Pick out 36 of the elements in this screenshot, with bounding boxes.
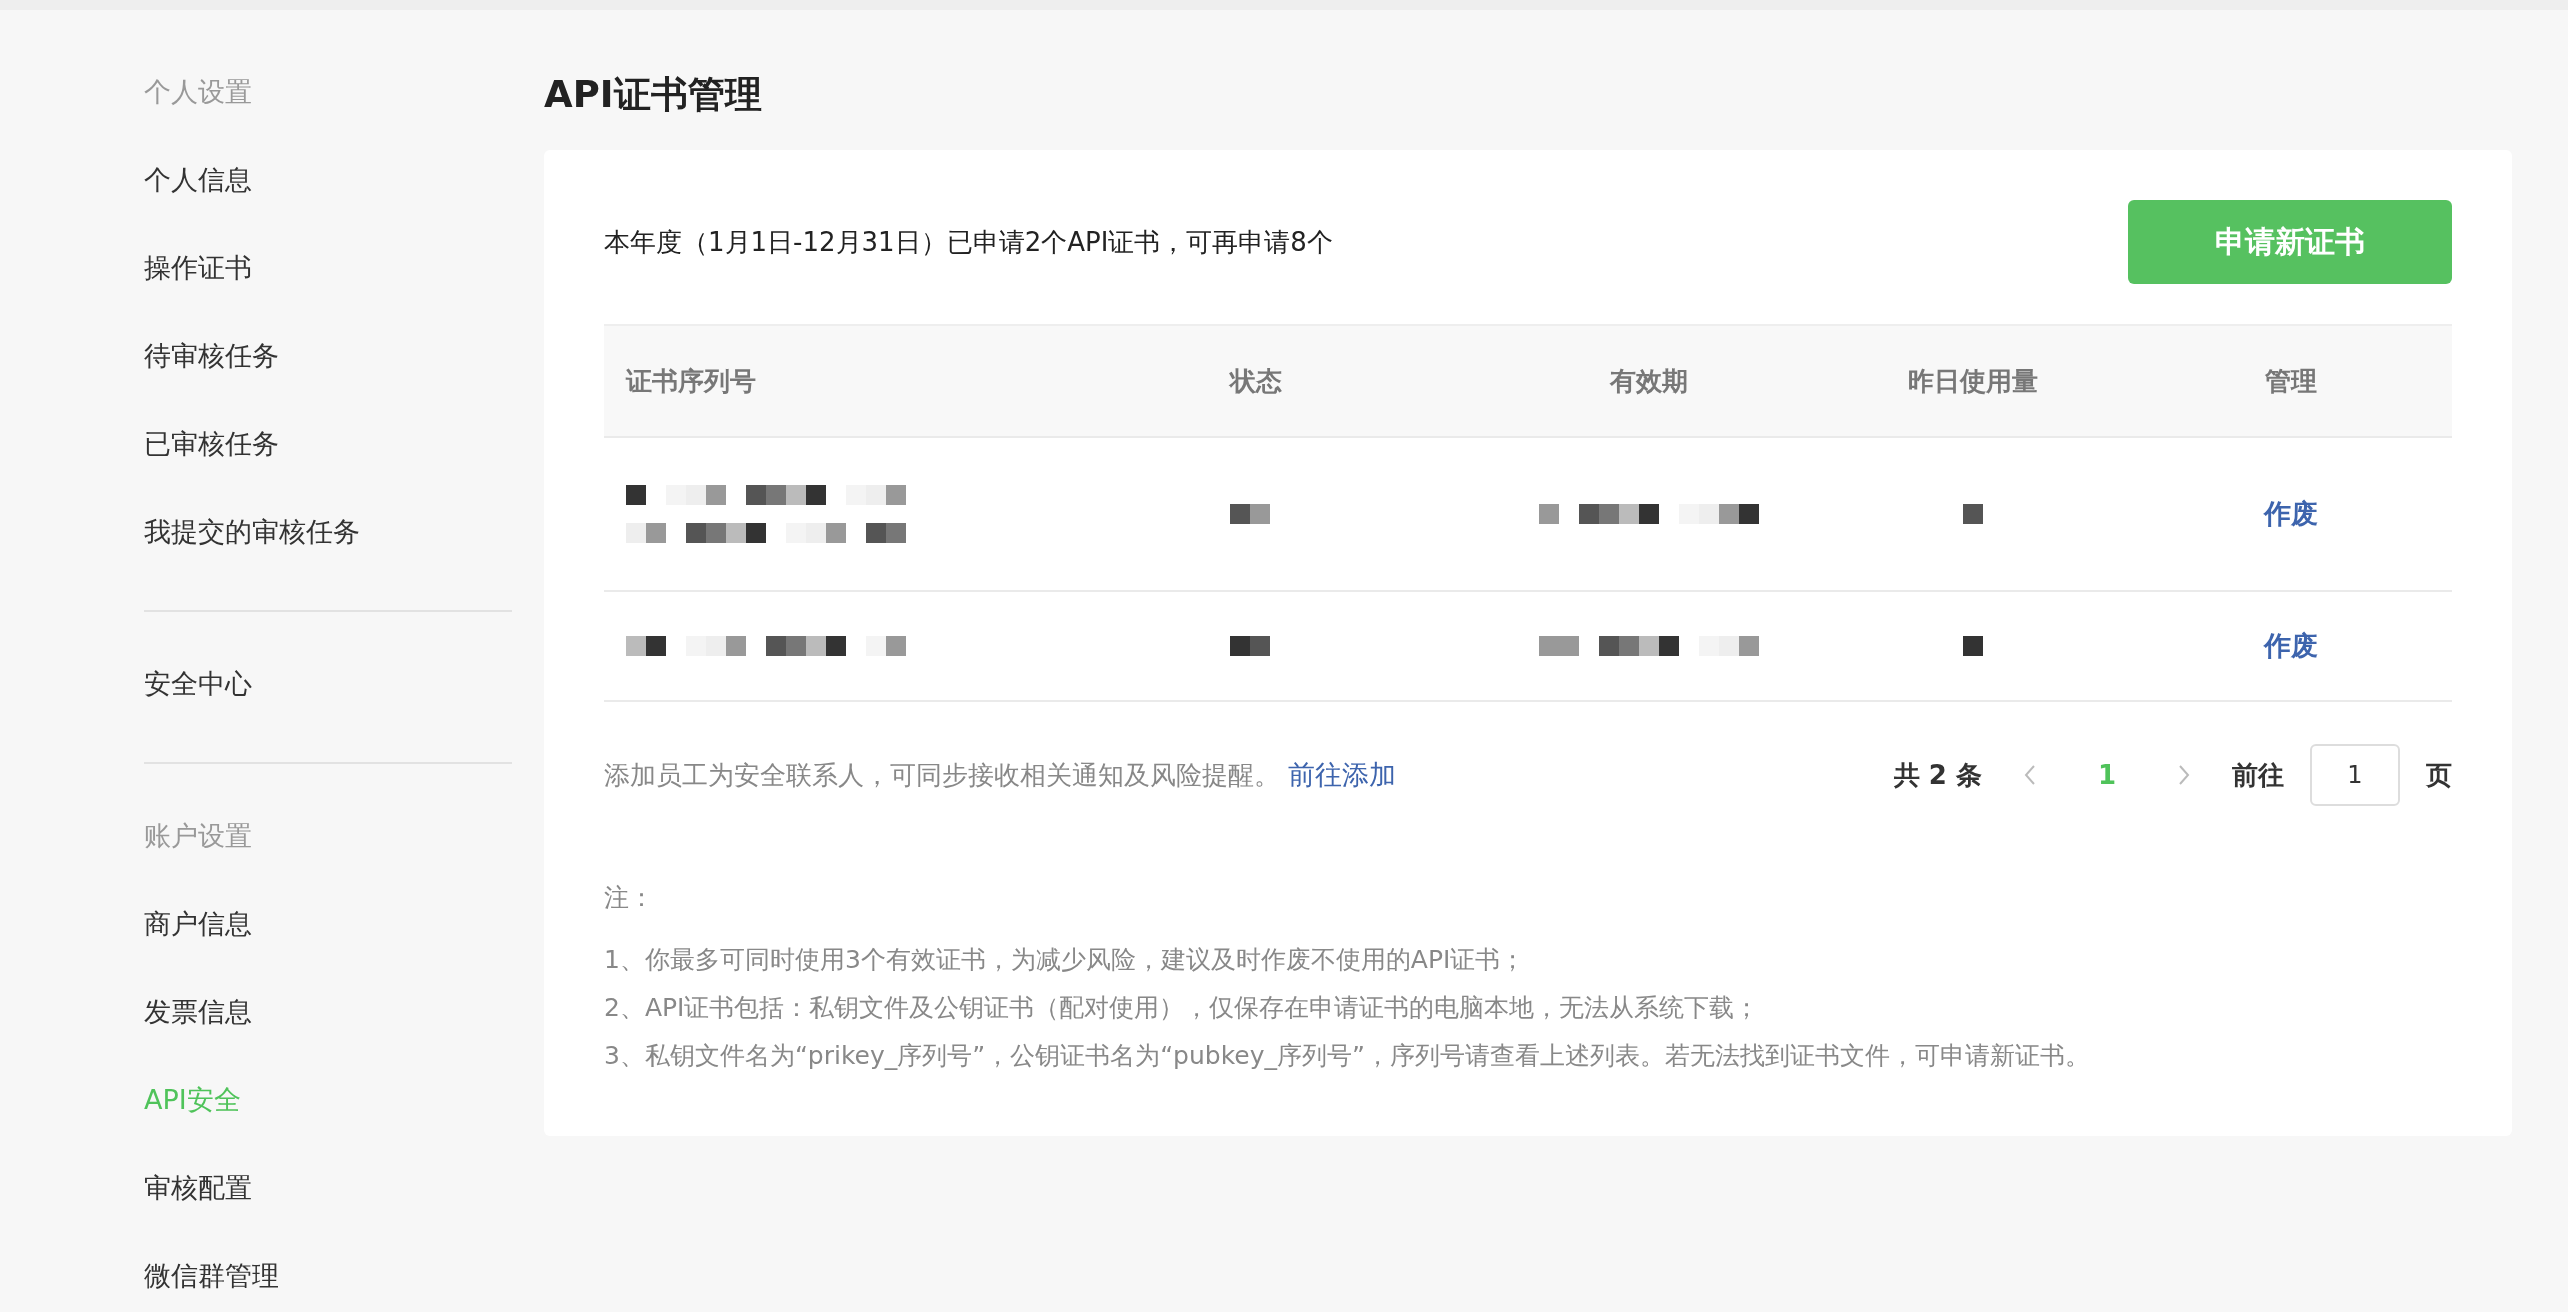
column-header: 管理: [2130, 325, 2452, 437]
sidebar-item[interactable]: 已审核任务: [144, 422, 279, 510]
sidebar-item[interactable]: 安全中心: [144, 662, 252, 706]
total-count: 共 2 条: [1893, 758, 1982, 792]
note-text: 2、API证书包括：私钥文件及公钥证书（配对使用），仅保存在申请证书的电脑本地，无法从系统下载；: [604, 992, 1760, 1024]
redacted-mosaic: [1230, 636, 1270, 657]
contact-hint: 添加员工为安全联系人，可同步接收相关通知及风险提醒。 前往添加: [604, 758, 1397, 792]
redacted-mosaic: [1963, 504, 1983, 525]
sidebar-item[interactable]: 待审核任务: [144, 334, 279, 422]
note-text: 3、私钥文件名为“prikey_序列号”，公钥证书名为“pubkey_序列号”，序列号请查看上述列表。若无法找到证书文件，可申请新证书。: [604, 1040, 2090, 1072]
void-link[interactable]: 作废: [2264, 630, 2318, 661]
sidebar-item[interactable]: 我提交的审核任务: [144, 510, 360, 554]
add-contact-link[interactable]: 前往添加: [1288, 759, 1397, 790]
column-header: 有效期: [1482, 325, 1816, 437]
page-title: API证书管理: [544, 72, 763, 118]
chevron-right-icon[interactable]: [2176, 763, 2192, 787]
page-input[interactable]: 1: [2310, 744, 2400, 806]
column-header: 证书序列号: [604, 325, 1208, 437]
sidebar-item[interactable]: 审核配置: [144, 1166, 252, 1254]
sidebar-item[interactable]: 商户信息: [144, 902, 252, 990]
quota-text: 本年度（1月1日-12月31日）已申请2个API证书，可再申请8个: [604, 225, 1333, 259]
goto-label: 前往: [2232, 758, 2284, 792]
sidebar-item[interactable]: 个人信息: [144, 158, 252, 246]
notes-heading: 注：: [604, 882, 654, 914]
redacted-mosaic: [1230, 504, 1270, 525]
page-unit: 页: [2426, 758, 2452, 792]
sidebar-item[interactable]: 微信群管理: [144, 1254, 279, 1298]
sidebar-heading: 个人设置: [144, 75, 253, 109]
redacted-mosaic: [1963, 636, 1983, 657]
void-link[interactable]: 作废: [2264, 498, 2318, 529]
note-text: 1、你最多可同时使用3个有效证书，为减少风险，建议及时作废不使用的API证书；: [604, 944, 1526, 976]
column-header: 状态: [1208, 325, 1482, 437]
sidebar-item[interactable]: 操作证书: [144, 246, 252, 334]
sidebar-item[interactable]: 发票信息: [144, 990, 252, 1078]
sidebar-heading: 账户设置: [144, 819, 253, 853]
column-header: 昨日使用量: [1816, 325, 2130, 437]
